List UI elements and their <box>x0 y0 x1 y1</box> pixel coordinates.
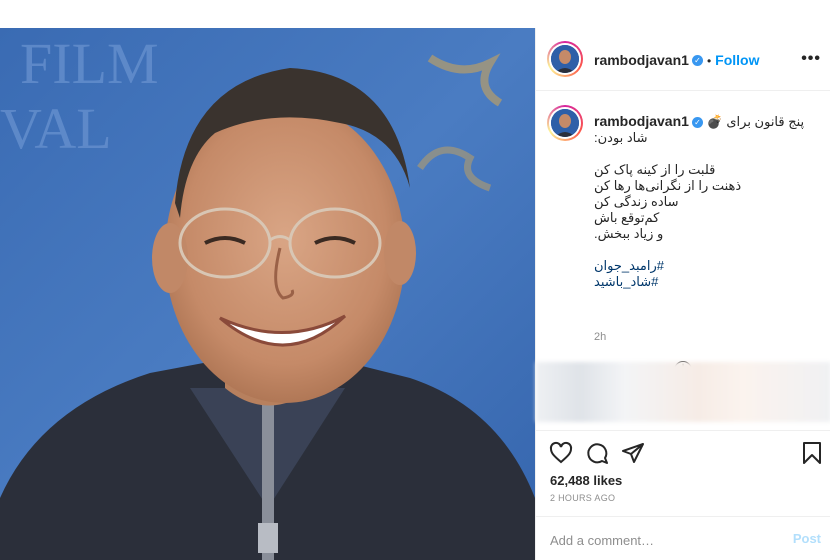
comment-input[interactable] <box>548 529 772 551</box>
caption-rule: ساده زندگی کن <box>594 194 679 209</box>
hashtag-link[interactable]: #شاد_باشید <box>594 274 814 290</box>
follow-button[interactable]: Follow <box>715 52 759 68</box>
top-bar <box>0 0 830 28</box>
avatar-photo <box>551 109 579 137</box>
blurred-comments-preview <box>536 362 830 422</box>
caption-rule: قلبت را از کینه پاک کن <box>594 162 716 177</box>
header-user-row: rambodjavan1 ✓ • Follow <box>594 52 759 70</box>
comment-box: Post <box>536 516 830 560</box>
caption-avatar[interactable] <box>547 105 583 141</box>
heart-icon[interactable] <box>549 441 573 465</box>
portrait-image: FILM VAL <box>0 28 535 560</box>
verified-badge-icon: ✓ <box>691 117 703 129</box>
verified-badge-icon: ✓ <box>691 55 703 67</box>
caption-rule: ذهنت را از نگرانی‌ها رها کن <box>594 178 742 193</box>
comment-icon[interactable] <box>585 441 609 465</box>
caption-text: rambodjavan1 ✓ پنج قانون برای 💣 شاد بودن:… <box>594 113 814 290</box>
author-avatar[interactable] <box>547 41 583 77</box>
separator-dot: • <box>706 54 712 68</box>
author-username[interactable]: rambodjavan1 <box>594 52 689 68</box>
caption-username[interactable]: rambodjavan1 <box>594 113 689 129</box>
backdrop-text: FILM <box>20 31 159 96</box>
post-photo[interactable]: FILM VAL <box>0 28 535 560</box>
caption-line: شاد بودن: <box>594 130 648 145</box>
caption-rule: کم‌توقع باش <box>594 210 660 225</box>
backdrop-text: VAL <box>0 96 112 161</box>
hashtag-link[interactable]: #رامبد_جوان <box>594 258 814 274</box>
post-time: 2 HOURS AGO <box>550 493 616 503</box>
caption-line: پنج قانون برای 💣 <box>706 114 805 129</box>
caption-timestamp: 2h <box>594 331 607 343</box>
post-comment-button[interactable]: Post <box>793 531 821 546</box>
share-icon[interactable] <box>621 441 645 465</box>
post-header: rambodjavan1 ✓ • Follow ••• <box>536 28 830 91</box>
likes-count[interactable]: 62,488 likes <box>550 473 622 488</box>
bookmark-icon[interactable] <box>800 441 824 465</box>
caption-rule: و زیاد ببخش. <box>594 226 664 241</box>
more-options-icon[interactable]: ••• <box>801 50 821 68</box>
post-details-panel: rambodjavan1 ✓ • Follow ••• rambodjavan1 ✓ پ… <box>535 28 830 560</box>
avatar-photo <box>551 45 579 73</box>
